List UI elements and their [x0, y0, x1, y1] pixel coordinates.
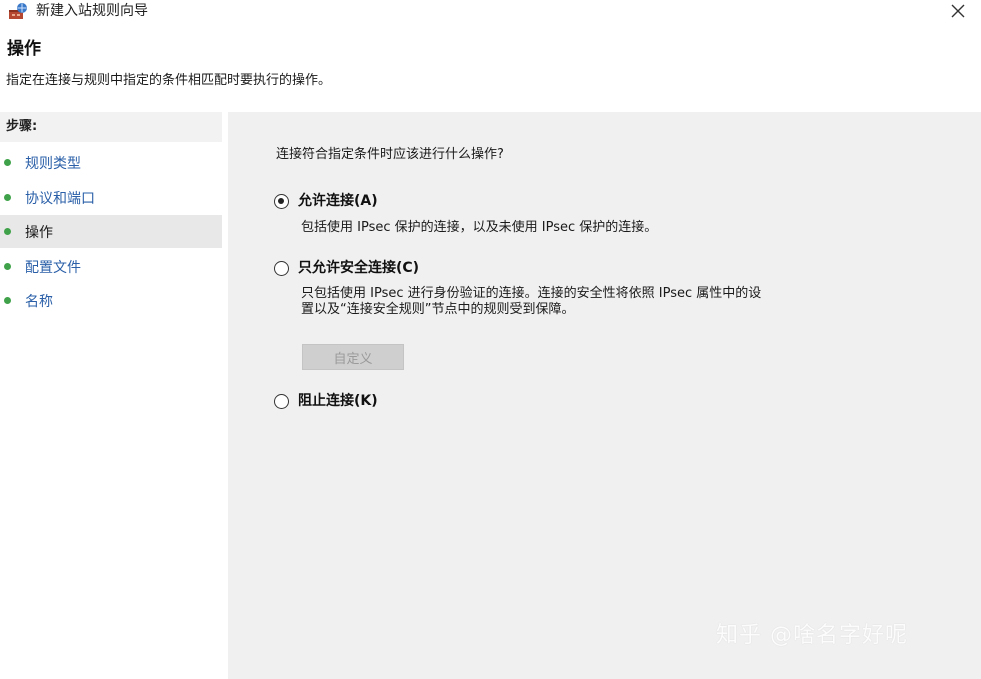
- step-bullet-icon: [4, 297, 11, 304]
- step-bullet-icon: [4, 159, 11, 166]
- allow-connection-description: 包括使用 IPsec 保护的连接，以及未使用 IPsec 保护的连接。: [301, 220, 658, 235]
- radio-unchecked-icon[interactable]: [274, 260, 289, 276]
- step-name[interactable]: 名称: [0, 284, 222, 317]
- secure-connection-description-line2: 置以及“连接安全规则”节点中的规则受到保障。: [301, 302, 575, 317]
- step-action[interactable]: 操作: [0, 215, 222, 248]
- radio-label[interactable]: 允许连接(A): [298, 192, 378, 210]
- action-question: 连接符合指定条件时应该进行什么操作?: [276, 147, 504, 162]
- radio-allow-connection[interactable]: 允许连接(A): [274, 192, 378, 210]
- window-title: 新建入站规则向导: [36, 3, 148, 19]
- step-profile[interactable]: 配置文件: [0, 250, 222, 283]
- radio-label[interactable]: 只允许安全连接(C): [298, 259, 419, 277]
- step-bullet-icon: [4, 228, 11, 235]
- step-label: 名称: [25, 293, 53, 310]
- close-icon: [951, 3, 965, 22]
- customize-button[interactable]: 自定义: [302, 344, 404, 370]
- step-rule-type[interactable]: 规则类型: [0, 146, 222, 179]
- steps-heading: 步骤:: [0, 112, 222, 142]
- radio-block-connection[interactable]: 阻止连接(K): [274, 392, 378, 410]
- step-bullet-icon: [4, 263, 11, 270]
- secure-connection-description-line1: 只包括使用 IPsec 进行身份验证的连接。连接的安全性将依照 IPsec 属性…: [301, 286, 762, 301]
- title-bar: 新建入站规则向导: [0, 0, 981, 28]
- step-protocol-and-ports[interactable]: 协议和端口: [0, 181, 222, 214]
- step-label: 配置文件: [25, 259, 81, 276]
- wizard-window: 新建入站规则向导 操作 指定在连接与规则中指定的条件相匹配时要执行的操作。 步骤…: [0, 0, 981, 679]
- steps-pane: 步骤: 规则类型 协议和端口 操作 配置文件 名称: [0, 112, 222, 679]
- step-bullet-icon: [4, 194, 11, 201]
- page-title: 操作: [7, 39, 41, 59]
- radio-label[interactable]: 阻止连接(K): [298, 392, 378, 410]
- close-button[interactable]: [943, 0, 973, 24]
- radio-checked-icon[interactable]: [274, 193, 289, 209]
- step-label: 规则类型: [25, 155, 81, 172]
- step-label: 操作: [25, 224, 53, 241]
- radio-unchecked-icon[interactable]: [274, 393, 289, 409]
- step-label: 协议和端口: [25, 190, 95, 207]
- radio-allow-secure-connection[interactable]: 只允许安全连接(C): [274, 259, 419, 277]
- page-description: 指定在连接与规则中指定的条件相匹配时要执行的操作。: [6, 73, 332, 88]
- firewall-app-icon: [8, 2, 28, 20]
- watermark: 知乎 @啥名字好呢: [716, 623, 908, 648]
- content-pane: 连接符合指定条件时应该进行什么操作? 允许连接(A) 包括使用 IPsec 保护…: [228, 112, 981, 679]
